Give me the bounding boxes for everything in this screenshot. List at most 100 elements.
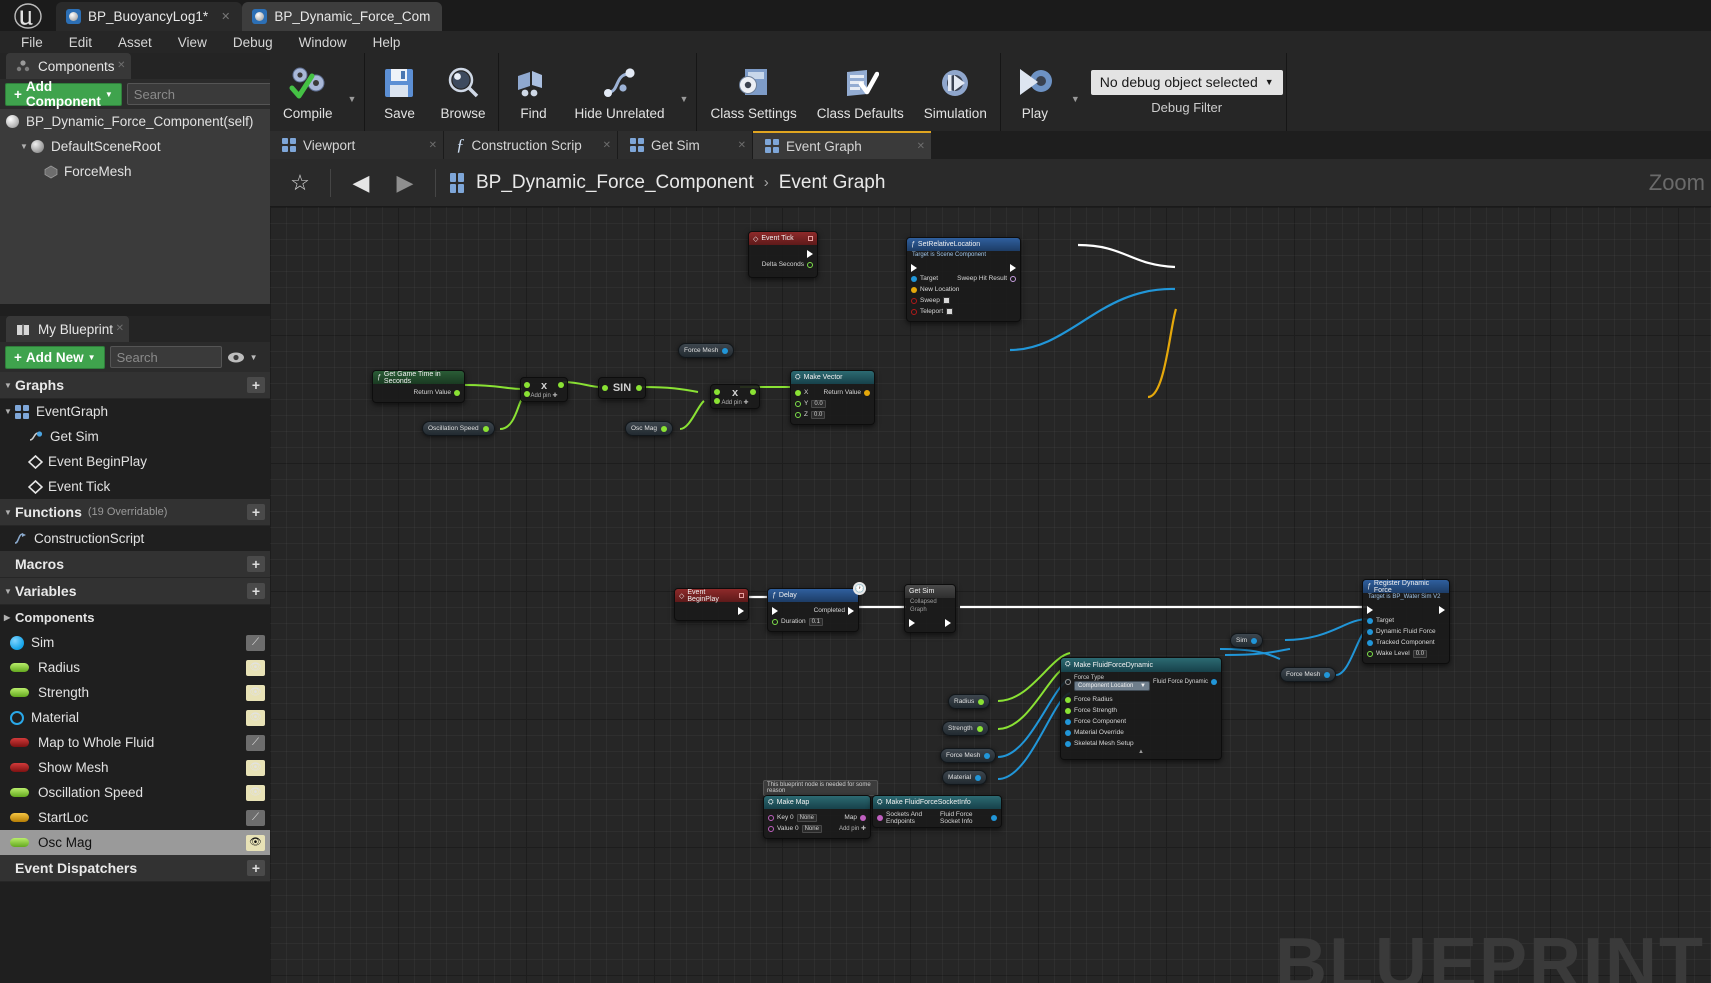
back-arrow-icon[interactable]: ◀ [341,163,381,203]
eye-icon[interactable]: 👁 [246,684,265,701]
exec-out-pin[interactable] [753,248,813,259]
struct-pin-icon[interactable] [1211,679,1217,685]
node-var-force-mesh-3[interactable]: Force Mesh [940,748,997,763]
add-dispatcher-button[interactable]: + [247,860,265,876]
wake-level-field[interactable]: 0.0 [1412,649,1428,658]
chevron-down-icon[interactable]: ▼ [1066,94,1085,104]
chevron-down-icon[interactable]: ▼ [250,353,258,362]
pin-dynamic-fluid-force[interactable]: Dynamic Fluid Force [1367,626,1445,637]
exec-pins[interactable] [1367,604,1445,615]
add-macro-button[interactable]: + [247,556,265,572]
close-icon[interactable]: ✕ [429,140,437,151]
close-icon[interactable]: ✕ [116,323,124,334]
eye-icon[interactable]: 👁 [246,709,265,726]
bool-pin-icon[interactable] [911,297,917,304]
variable-row-oscillation-speed[interactable]: Oscillation Speed 👁 [0,780,270,805]
node-make-map[interactable]: ⛭ Make Map Key 0 None Map Value 0 None A… [763,795,871,839]
pin-duration[interactable]: Duration 0.1 [772,616,854,627]
tab-event-graph[interactable]: Event Graph ✕ [753,131,931,159]
object-pin-icon[interactable] [1367,639,1373,646]
delegate-pin-icon[interactable] [808,236,813,241]
menu-asset[interactable]: Asset [105,33,165,52]
exec-pins[interactable] [911,262,1016,273]
variable-row-strength[interactable]: Strength 👁 [0,680,270,705]
debug-object-select[interactable]: No debug object selected ▼ [1090,69,1283,95]
float-pin-icon[interactable] [454,389,460,396]
variable-row-sim[interactable]: Sim ⟋ [0,630,270,655]
close-icon[interactable]: ✕ [738,140,746,151]
float-pin-icon[interactable] [558,382,564,388]
y-value-field[interactable]: 0.0 [811,399,826,408]
pin-sockets-and-endpoints[interactable]: Sockets And Endpoints Fluid Force Socket… [877,811,997,825]
float-pin-icon[interactable] [636,385,642,391]
graph-item-eventgraph[interactable]: ▼ EventGraph [0,399,270,424]
menu-file[interactable]: File [8,33,56,52]
pin-material-override[interactable]: Material Override [1065,727,1217,738]
add-function-button[interactable]: + [247,504,265,520]
node-var-force-mesh-2[interactable]: Force Mesh [1280,667,1337,682]
play-button[interactable]: Play [1004,53,1066,131]
pin-x[interactable]: X Return Value [795,387,870,398]
chevron-down-icon[interactable]: ▼ [4,407,15,416]
tab-construction-script[interactable]: ƒ Construction Scrip ✕ [444,131,618,159]
chevron-right-icon[interactable]: ▶ [4,613,15,622]
map-pin-icon[interactable] [860,814,866,821]
object-pin-icon[interactable] [1324,671,1331,678]
favorite-star-icon[interactable]: ☆ [280,163,320,203]
struct-pin-icon[interactable] [768,825,774,832]
float-pin-icon[interactable] [482,425,489,432]
name-pin-icon[interactable] [768,814,774,821]
object-pin-icon[interactable] [1065,729,1071,736]
add-pin-button[interactable]: Add pin ✚ [839,825,866,832]
myblueprint-search-input[interactable] [116,349,293,365]
variable-row-osc-mag[interactable]: Osc Mag 👁 [0,830,270,855]
object-pin-icon[interactable] [975,774,982,781]
exec-out-pin[interactable] [679,605,744,616]
pin-wake-level[interactable]: Wake Level 0.0 [1367,648,1445,659]
object-pin-icon[interactable] [1065,718,1071,725]
eye-icon[interactable]: 👁 [246,759,265,776]
window-tab-1[interactable]: BP_Dynamic_Force_Com [242,2,443,31]
node-set-relative-location[interactable]: ƒ SetRelativeLocation Target is Scene Co… [906,237,1021,322]
float-pin-icon[interactable] [976,725,983,732]
simulation-button[interactable]: Simulation [914,53,997,131]
function-item-constructionscript[interactable]: ConstructionScript [0,526,270,551]
link-icon[interactable]: ⟋ [246,634,265,651]
delegate-pin-icon[interactable] [739,593,744,598]
float-pin-icon[interactable] [750,389,756,395]
variable-row-map-to-whole-fluid[interactable]: Map to Whole Fluid ⟋ [0,730,270,755]
force-type-select[interactable]: Component Location ▼ [1074,681,1150,691]
find-button[interactable]: Find [502,53,564,131]
variable-row-startloc[interactable]: StartLoc ⟋ [0,805,270,830]
pin-force-radius[interactable]: Force Radius [1065,694,1217,705]
pin-teleport[interactable]: Teleport [911,306,1016,317]
node-multiply-1[interactable]: x Add pin ✚ [520,377,568,402]
object-pin-icon[interactable] [1251,637,1258,644]
component-row-self[interactable]: BP_Dynamic_Force_Component(self) [0,109,270,134]
menu-window[interactable]: Window [286,33,360,52]
chevron-down-icon[interactable]: ▼ [4,508,15,517]
pin-return-value[interactable]: Return Value [377,387,460,398]
graph-item-event-tick[interactable]: Event Tick [0,474,270,499]
tab-my-blueprint[interactable]: My Blueprint ✕ [6,316,130,342]
node-make-vector[interactable]: ⛭ Make Vector X Return Value Y 0.0 Z 0.0 [790,370,875,425]
object-pin-icon[interactable] [1367,617,1373,624]
section-event-dispatchers[interactable]: ▶ Event Dispatchers + [0,855,270,882]
pin-target[interactable]: Target Sweep Hit Result [911,273,1016,284]
compile-button[interactable]: Compile [273,53,343,131]
struct-pin-icon[interactable] [991,814,997,821]
section-macros[interactable]: ▶ Macros + [0,551,270,578]
pin-new-location[interactable]: New Location [911,284,1016,295]
pin-value-0[interactable]: Value 0 None Add pin ✚ [768,823,866,834]
chevron-down-icon[interactable]: ▼ [20,142,31,151]
float-pin-icon[interactable] [1367,650,1373,657]
menu-view[interactable]: View [165,33,220,52]
struct-pin-icon[interactable] [1367,628,1373,635]
hide-unrelated-button[interactable]: Hide Unrelated [564,53,674,131]
close-icon[interactable]: ✕ [221,10,230,23]
z-value-field[interactable]: 0.0 [810,410,826,419]
add-pin-button[interactable]: Add pin ✚ [530,392,558,399]
add-new-button[interactable]: + Add New ▼ [5,345,105,369]
tab-get-sim[interactable]: Get Sim ✕ [618,131,753,159]
node-make-fluidforcesocketinfo[interactable]: ⛭ Make FluidForceSocketInfo Sockets And … [872,795,1002,828]
